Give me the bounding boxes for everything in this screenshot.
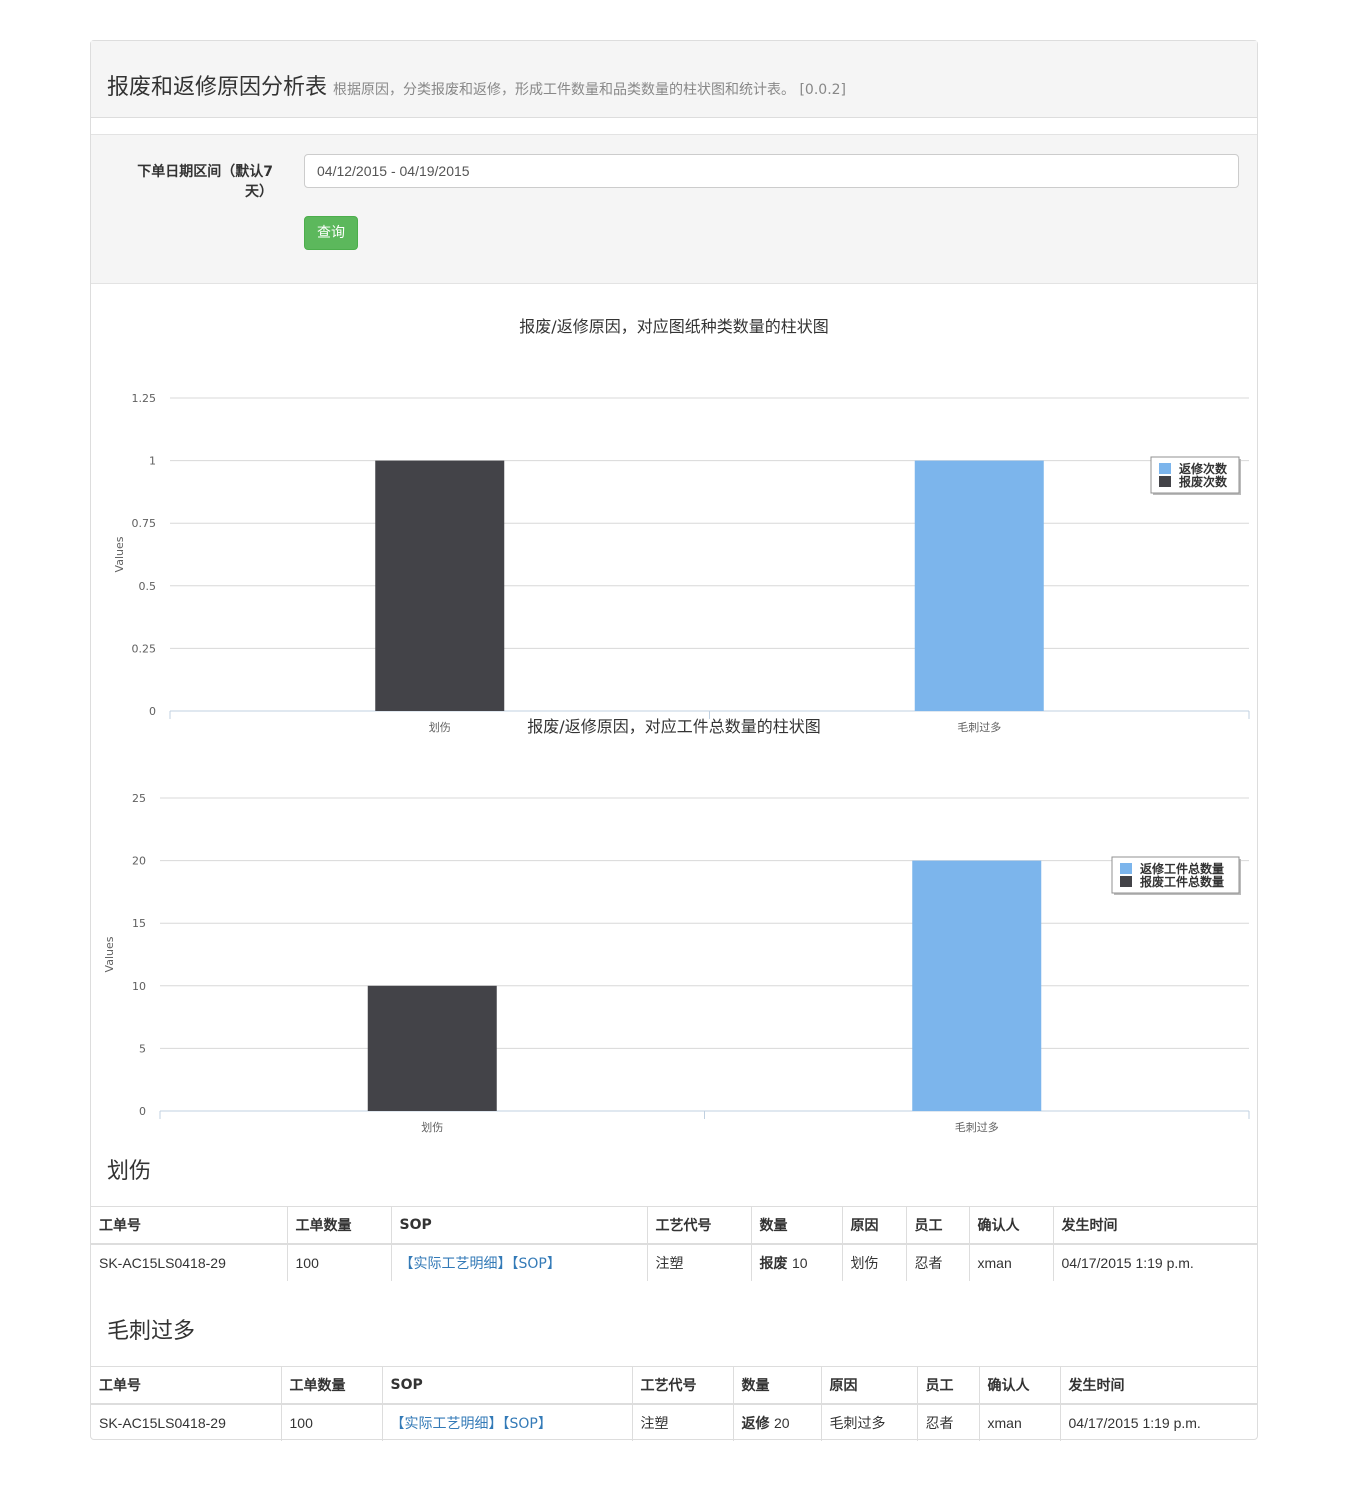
chart1-title: 报废/返修原因，对应图纸种类数量的柱状图 [519, 317, 829, 336]
y-tick-label: 20 [132, 855, 146, 868]
legend-swatch [1120, 863, 1132, 874]
bar [367, 985, 497, 1111]
col-header: 原因 [841, 1206, 907, 1245]
y-tick-label: 0.25 [132, 642, 157, 655]
col-header: 员工 [916, 1366, 980, 1405]
confirmer-cell: xman [978, 1403, 1061, 1441]
col-header: 原因 [820, 1366, 918, 1405]
y-axis-label: Values [103, 936, 116, 972]
y-tick-label: 10 [132, 980, 146, 993]
confirmer-cell: xman [968, 1243, 1054, 1281]
y-tick-label: 0.75 [132, 517, 157, 530]
page-title: 报废和返修原因分析表 根据原因，分类报废和返修，形成工件数量和品类数量的柱状图和统… [107, 69, 846, 101]
order-no-cell: SK-AC15LS0418-29 [91, 1243, 288, 1281]
process-code-cell: 注塑 [646, 1243, 752, 1281]
col-header: 数量 [732, 1366, 822, 1405]
sop-link[interactable]: 【SOP】 [503, 1416, 552, 1432]
col-header: 工单号 [91, 1206, 288, 1245]
page-title-text: 报废和返修原因分析表 [107, 75, 328, 100]
sop-link[interactable]: 【SOP】 [512, 1256, 561, 1272]
legend-swatch [1120, 876, 1132, 887]
y-tick-label: 15 [132, 917, 146, 930]
section-title-scratch: 划伤 [107, 1159, 152, 1184]
col-header: 确认人 [968, 1206, 1054, 1245]
qty-type: 报废 [759, 1256, 788, 1272]
y-tick-label: 0 [139, 1105, 146, 1118]
panel-heading: 报废和返修原因分析表 根据原因，分类报废和返修，形成工件数量和品类数量的柱状图和统… [91, 41, 1257, 118]
employee-cell: 忍者 [905, 1243, 970, 1281]
legend-label: 报废次数 [1179, 474, 1228, 489]
legend-label: 返修工件总数量 [1140, 861, 1224, 876]
bar [912, 860, 1042, 1111]
table-row: SK-AC15LS0418-29 100 【实际工艺明细】【SOP】 注塑 返修… [91, 1403, 1258, 1441]
col-header: 工艺代号 [646, 1206, 752, 1245]
date-range-input[interactable]: 04/12/2015 - 04/19/2015 [304, 154, 1239, 188]
qty-type: 返修 [741, 1416, 770, 1432]
y-tick-label: 0.5 [139, 580, 157, 593]
legend-label: 返修次数 [1179, 461, 1228, 476]
col-header: 工单数量 [286, 1206, 392, 1245]
query-button[interactable]: 查询 [304, 216, 358, 250]
reason-cell: 划伤 [841, 1243, 907, 1281]
sop-cell: 【实际工艺明细】【SOP】 [381, 1403, 633, 1441]
x-tick-label: 划伤 [421, 1121, 443, 1134]
col-header: SOP [381, 1366, 633, 1405]
bar [914, 460, 1044, 711]
y-axis-label: Values [113, 536, 126, 572]
col-header: 发生时间 [1052, 1206, 1258, 1245]
table-header-row: 工单号 工单数量 SOP 工艺代号 数量 原因 员工 确认人 发生时间 [91, 1366, 1258, 1405]
process-code-cell: 注塑 [631, 1403, 734, 1441]
report-panel: 报废和返修原因分析表 根据原因，分类报废和返修，形成工件数量和品类数量的柱状图和统… [90, 40, 1258, 1441]
y-tick-label: 1 [149, 455, 156, 468]
col-header: 发生时间 [1059, 1366, 1258, 1405]
legend-swatch [1159, 476, 1171, 487]
col-header: 工单号 [91, 1366, 282, 1405]
process-detail-link[interactable]: 【实际工艺明细】 [391, 1416, 503, 1432]
page-subtitle: 根据原因，分类报废和返修，形成工件数量和品类数量的柱状图和统计表。 [0.0.2… [333, 82, 847, 98]
reason-cell: 毛刺过多 [820, 1403, 918, 1441]
qty-cell: 返修 20 [732, 1403, 822, 1441]
sop-cell: 【实际工艺明细】【SOP】 [390, 1243, 648, 1281]
table-burr: 工单号 工单数量 SOP 工艺代号 数量 原因 员工 确认人 发生时间 SK-A… [91, 1366, 1258, 1441]
col-header: 数量 [750, 1206, 843, 1245]
date-range-label: 下单日期区间（默认7天） [137, 164, 273, 200]
bar [375, 460, 505, 711]
time-cell: 04/17/2015 1:19 p.m. [1052, 1243, 1258, 1281]
time-cell: 04/17/2015 1:19 p.m. [1059, 1403, 1258, 1441]
table-header-row: 工单号 工单数量 SOP 工艺代号 数量 原因 员工 确认人 发生时间 [91, 1206, 1258, 1245]
col-header: 工单数量 [280, 1366, 383, 1405]
qty-value: 20 [773, 1415, 790, 1431]
filter-form: 下单日期区间（默认7天） 04/12/2015 - 04/19/2015 查询 [91, 134, 1257, 284]
chart1-svg: 00.250.50.7511.25Values划伤 毛刺过多返修次数报废次数 [113, 392, 1250, 734]
col-header: SOP [390, 1206, 648, 1245]
col-header: 员工 [905, 1206, 970, 1245]
y-tick-label: 25 [132, 792, 146, 805]
legend-swatch [1159, 463, 1171, 474]
table-row: SK-AC15LS0418-29 100 【实际工艺明细】【SOP】 注塑 报废… [91, 1243, 1258, 1281]
x-tick-label: 毛刺过多 [955, 1120, 999, 1134]
qty-value: 10 [791, 1255, 808, 1271]
chart2-svg: 0 5 10 15 20 25 Values 划伤 毛刺过多 返修工件总数量报废工件总数量 [103, 792, 1250, 1134]
order-qty-cell: 100 [280, 1403, 383, 1441]
col-header: 确认人 [978, 1366, 1061, 1405]
chart2-title: 报废/返修原因，对应工件总数量的柱状图 [527, 717, 821, 736]
order-qty-cell: 100 [286, 1243, 392, 1281]
qty-cell: 报废 10 [750, 1243, 843, 1281]
process-detail-link[interactable]: 【实际工艺明细】 [400, 1256, 512, 1272]
section-title-burr: 毛刺过多 [107, 1319, 196, 1344]
y-tick-label: 1.25 [132, 392, 157, 405]
y-tick-label: 5 [139, 1042, 146, 1055]
order-no-cell: SK-AC15LS0418-29 [91, 1403, 282, 1441]
col-header: 工艺代号 [631, 1366, 734, 1405]
table-scratch: 工单号 工单数量 SOP 工艺代号 数量 原因 员工 确认人 发生时间 SK-A… [91, 1206, 1258, 1281]
legend-label: 报废工件总数量 [1140, 874, 1224, 889]
employee-cell: 忍者 [916, 1403, 980, 1441]
